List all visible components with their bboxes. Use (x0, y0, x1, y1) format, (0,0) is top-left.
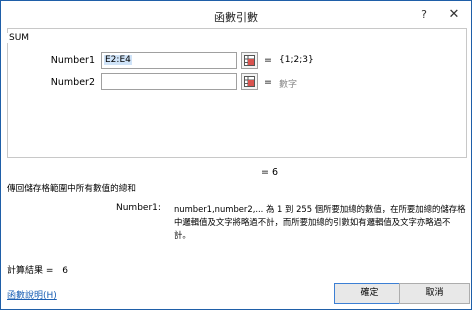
function-name: SUM (7, 33, 32, 43)
argument-help-label: Number1: (116, 203, 161, 213)
number2-range-select-button[interactable] (241, 73, 258, 90)
calculation-result: 計算結果 = 6 (7, 263, 68, 276)
number2-equals: = (264, 77, 272, 88)
calculation-result-value: 6 (62, 266, 69, 276)
range-select-icon (244, 76, 255, 87)
number2-result: 數字 (279, 80, 298, 90)
range-select-icon (244, 55, 255, 66)
number1-result: {1;2;3} (279, 55, 314, 65)
help-icon[interactable]: ? (416, 7, 432, 23)
function-description: 傳回儲存格範圍中所有數值的總和 (7, 184, 136, 194)
function-arguments-dialog: 函數引數 ? ✕ SUM Number1 E2:E4 = {1;2;3} Num… (0, 0, 472, 310)
cancel-button[interactable]: 取消 (399, 283, 470, 304)
arguments-group (7, 28, 467, 158)
ok-button[interactable]: 確定 (334, 283, 405, 304)
close-icon[interactable]: ✕ (446, 7, 462, 23)
title-bar: 函數引數 ? ✕ (1, 1, 471, 31)
number2-label: Number2 (50, 77, 95, 88)
calculation-result-label: 計算結果 = (7, 266, 54, 276)
number1-input[interactable]: E2:E4 (101, 52, 237, 69)
dialog-title: 函數引數 (214, 11, 258, 24)
number1-label: Number1 (50, 55, 95, 66)
number1-equals: = (264, 55, 272, 66)
number1-range-select-button[interactable] (241, 52, 258, 69)
function-help-link[interactable]: 函數說明(H) (7, 288, 57, 301)
formula-result: = 6 (261, 167, 279, 178)
number2-input[interactable] (101, 73, 237, 90)
number1-value: E2:E4 (104, 55, 132, 65)
argument-help-text: number1,number2,... 為 1 到 255 個所要加總的數值，在… (174, 204, 466, 240)
